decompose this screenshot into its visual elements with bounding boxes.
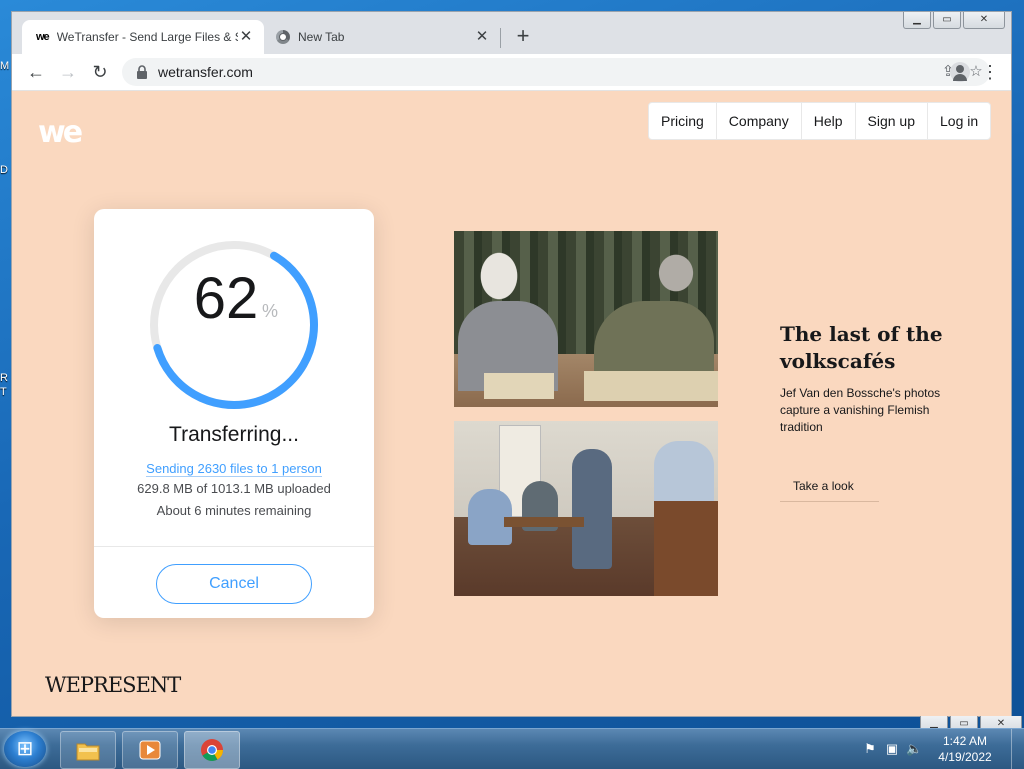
taskbar-explorer[interactable] xyxy=(60,731,116,769)
panel-divider xyxy=(94,546,374,547)
minimize-icon[interactable]: ▁ xyxy=(903,12,931,29)
folder-icon xyxy=(76,743,100,761)
address-bar[interactable]: wetransfer.com ⇪ ☆ xyxy=(122,58,990,86)
url-text[interactable]: wetransfer.com xyxy=(158,64,934,80)
volkscafe-photo-top[interactable] xyxy=(454,231,718,407)
profile-avatar-icon xyxy=(950,62,970,82)
photo-table xyxy=(504,517,584,527)
wepresent-logo[interactable]: WEPRESENT xyxy=(45,673,181,697)
wetransfer-page: we Pricing Company Help Sign up Log in 6… xyxy=(12,91,1011,716)
transfer-status: Transferring... xyxy=(169,423,299,446)
system-tray: ⚑ ▣ 🔈 1:42 AM 4/19/2022 xyxy=(859,729,1024,769)
sending-link[interactable]: Sending 2630 files to 1 person xyxy=(146,461,322,477)
taskbar-media-player[interactable] xyxy=(122,731,178,769)
network-icon[interactable]: ▣ xyxy=(884,741,900,757)
wetransfer-logo[interactable]: we xyxy=(38,115,83,150)
reload-icon[interactable]: ↻ xyxy=(88,60,112,84)
lock-icon xyxy=(137,65,147,79)
show-desktop-button[interactable] xyxy=(1011,729,1024,769)
feature-description: Jef Van den Bossche's photos capture a v… xyxy=(780,386,941,434)
forward-arrow-icon[interactable]: → xyxy=(56,60,80,84)
nav-log-in[interactable]: Log in xyxy=(927,103,990,139)
start-button[interactable] xyxy=(4,731,46,767)
close-tab-icon[interactable]: ✕ xyxy=(474,29,490,45)
sending-info[interactable]: Sending 2630 files to 1 person xyxy=(94,461,374,477)
clock-date: 4/19/2022 xyxy=(938,750,992,764)
nav-sign-up[interactable]: Sign up xyxy=(854,103,927,139)
wetransfer-favicon-icon: we xyxy=(36,31,50,43)
desktop-icon-label[interactable]: D xyxy=(0,164,8,176)
tab-wetransfer[interactable]: we WeTransfer - Send Large Files & Share… xyxy=(22,20,264,54)
nav-pricing[interactable]: Pricing xyxy=(649,103,716,139)
tab-title: New Tab xyxy=(298,30,345,44)
upload-progress-text: 629.8 MB of 1013.1 MB uploaded xyxy=(137,481,331,496)
photo-game-board xyxy=(484,373,554,399)
photo-game-board xyxy=(584,371,718,401)
chrome-favicon-icon xyxy=(276,30,290,44)
maximize-icon[interactable]: ▭ xyxy=(933,12,961,29)
taskbar-chrome[interactable] xyxy=(184,731,240,769)
photo-counter xyxy=(654,501,718,596)
browser-toolbar: ← → ↻ wetransfer.com ⇪ ☆ ⋮ xyxy=(12,54,1011,91)
browser-window: we WeTransfer - Send Large Files & Share… xyxy=(11,11,1012,717)
top-navigation: Pricing Company Help Sign up Log in xyxy=(648,102,992,140)
taskbar: ⚑ ▣ 🔈 1:42 AM 4/19/2022 xyxy=(0,728,1024,769)
window-controls: ▁ ▭ ✕ xyxy=(903,12,1005,29)
progress-percent: 62 xyxy=(193,266,259,331)
time-remaining: About 6 minutes remaining xyxy=(156,503,312,518)
back-arrow-icon[interactable]: ← xyxy=(24,60,48,84)
close-tab-icon[interactable]: ✕ xyxy=(238,29,254,45)
tab-title: WeTransfer - Send Large Files & Share Ph… xyxy=(56,30,238,44)
chrome-icon xyxy=(201,739,223,761)
media-player-icon xyxy=(139,740,161,760)
desktop-icon-label[interactable]: M xyxy=(0,60,9,72)
profile-button[interactable] xyxy=(944,62,976,82)
volume-icon[interactable]: 🔈 xyxy=(906,741,922,757)
cancel-button[interactable]: Cancel xyxy=(156,564,312,604)
clock[interactable]: 1:42 AM 4/19/2022 xyxy=(925,733,1005,765)
tab-new-tab[interactable]: New Tab ✕ xyxy=(264,20,500,54)
nav-company[interactable]: Company xyxy=(715,103,801,139)
clock-time: 1:42 AM xyxy=(942,734,988,748)
take-a-look-link[interactable]: Take a look xyxy=(780,473,879,502)
close-window-icon[interactable]: ✕ xyxy=(963,12,1005,29)
nav-help[interactable]: Help xyxy=(800,103,855,139)
action-center-icon[interactable]: ⚑ xyxy=(862,741,878,757)
new-tab-plus-icon[interactable]: + xyxy=(510,24,536,50)
feature-title[interactable]: The last of the volkscafés xyxy=(780,321,960,375)
photo-figure xyxy=(572,449,612,569)
tab-separator xyxy=(500,28,501,48)
desktop-icon-label[interactable]: R xyxy=(0,372,8,384)
volkscafe-photo-bottom[interactable] xyxy=(454,421,718,596)
desktop-icon-label[interactable]: T xyxy=(0,386,7,398)
tab-strip: we WeTransfer - Send Large Files & Share… xyxy=(12,12,1011,54)
kebab-menu-icon[interactable]: ⋮ xyxy=(978,60,1002,84)
percent-sign: % xyxy=(262,301,279,321)
transfer-panel: 62 % Transferring... Sending 2630 files … xyxy=(94,209,374,618)
